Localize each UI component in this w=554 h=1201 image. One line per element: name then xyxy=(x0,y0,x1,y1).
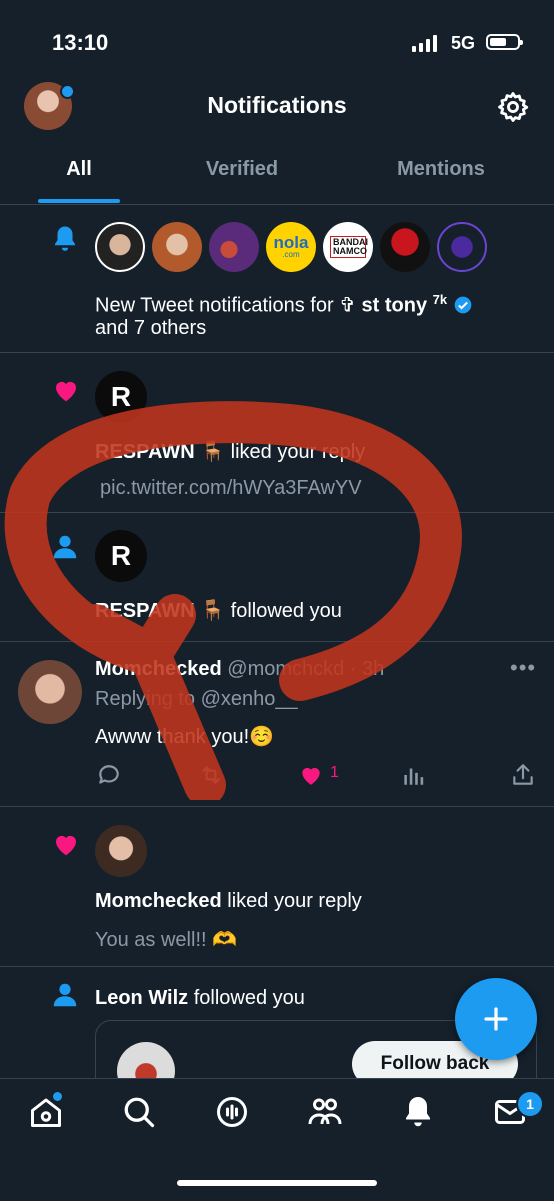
account-name: RESPAWN xyxy=(95,600,195,622)
nola-logo-subtext: .com xyxy=(282,250,300,259)
account-name: ✞ st tony xyxy=(339,294,428,317)
tweet-time: · 3h xyxy=(349,658,385,680)
active-tab-indicator xyxy=(38,199,120,203)
avatar[interactable] xyxy=(380,222,430,272)
home-indicator xyxy=(177,1180,377,1186)
spaces-icon[interactable] xyxy=(214,1094,250,1130)
tab-all[interactable]: All xyxy=(40,158,118,181)
notification-action: followed you xyxy=(225,600,342,622)
network-label: 5G xyxy=(451,33,476,53)
status-time: 13:10 xyxy=(52,30,109,55)
tab-verified[interactable]: Verified xyxy=(182,158,302,181)
like-icon[interactable] xyxy=(298,762,324,788)
battery-icon xyxy=(486,34,523,50)
verified-badge-icon xyxy=(454,296,472,313)
chair-emoji: 🪑 xyxy=(200,441,226,463)
reply-text: Awww thank you!☺️ xyxy=(95,726,275,748)
plus-icon xyxy=(484,1007,508,1031)
respawn-follow-text[interactable]: RESPAWN 🪑 followed you xyxy=(95,597,342,625)
communities-icon[interactable] xyxy=(307,1094,343,1130)
nola-logo-text: nola xyxy=(273,233,309,252)
avatar[interactable] xyxy=(95,222,145,272)
search-icon[interactable] xyxy=(121,1094,157,1130)
bell-icon xyxy=(55,226,75,251)
retweet-icon[interactable] xyxy=(198,762,224,788)
superscript: 7k xyxy=(432,292,448,307)
heart-icon xyxy=(56,835,76,856)
notification-action: liked your reply xyxy=(225,441,366,463)
respawn-avatar[interactable]: R xyxy=(95,530,147,582)
divider xyxy=(0,641,554,642)
gear-icon[interactable] xyxy=(496,90,530,124)
account-name: Momchecked xyxy=(95,890,222,912)
account-name: Leon Wilz xyxy=(95,987,189,1009)
reply-header[interactable]: Momchecked @momchckd · 3h xyxy=(95,655,384,683)
bell-icon[interactable] xyxy=(400,1094,436,1130)
divider xyxy=(0,806,554,807)
page-title: Notifications xyxy=(207,92,347,118)
avatar[interactable]: nola .com xyxy=(266,222,316,272)
share-icon[interactable] xyxy=(510,762,536,788)
notification-action: liked your reply xyxy=(221,890,362,912)
author-handle: @momchckd xyxy=(227,658,345,680)
account-name: RESPAWN xyxy=(95,441,195,463)
respawn-like-text[interactable]: RESPAWN 🪑 liked your reply xyxy=(95,438,365,466)
avatar[interactable] xyxy=(152,222,202,272)
divider xyxy=(0,352,554,353)
notification-line2: and 7 others xyxy=(95,317,207,339)
avatar[interactable] xyxy=(209,222,259,272)
mom-like-text[interactable]: Momchecked liked your reply xyxy=(95,887,362,915)
signal-icon xyxy=(412,34,437,52)
liked-reply-text: You as well!! 🫶 xyxy=(95,929,238,951)
more-options-icon[interactable]: ••• xyxy=(510,655,536,681)
heart-icon xyxy=(56,381,76,402)
divider xyxy=(0,512,554,513)
avatar[interactable] xyxy=(95,825,147,877)
divider xyxy=(0,966,554,967)
messages-badge: 1 xyxy=(516,1090,544,1118)
divider xyxy=(0,204,554,205)
notification-action: followed you xyxy=(188,987,305,1009)
bandai-logo-text: BANDAI NAMCO xyxy=(330,236,368,258)
avatar[interactable] xyxy=(437,222,487,272)
like-count: 1 xyxy=(330,764,339,781)
home-unread-dot xyxy=(53,1092,62,1101)
chair-emoji: 🪑 xyxy=(200,600,226,622)
person-icon xyxy=(53,535,77,559)
leon-follow-text[interactable]: Leon Wilz followed you xyxy=(95,984,305,1012)
respawn-avatar[interactable]: R xyxy=(95,371,147,423)
author-name: Momchecked xyxy=(95,658,222,680)
avatar[interactable]: BANDAI NAMCO xyxy=(323,222,373,272)
tweet-link[interactable]: pic.twitter.com/hWYa3FAwYV xyxy=(100,474,362,502)
tab-mentions[interactable]: Mentions xyxy=(380,158,502,181)
person-icon xyxy=(53,983,77,1007)
replying-to[interactable]: Replying to @xenho__ xyxy=(95,685,298,713)
compose-button[interactable] xyxy=(455,978,537,1060)
reply-icon[interactable] xyxy=(96,762,122,788)
views-icon[interactable] xyxy=(400,762,426,788)
avatar[interactable] xyxy=(18,660,82,724)
